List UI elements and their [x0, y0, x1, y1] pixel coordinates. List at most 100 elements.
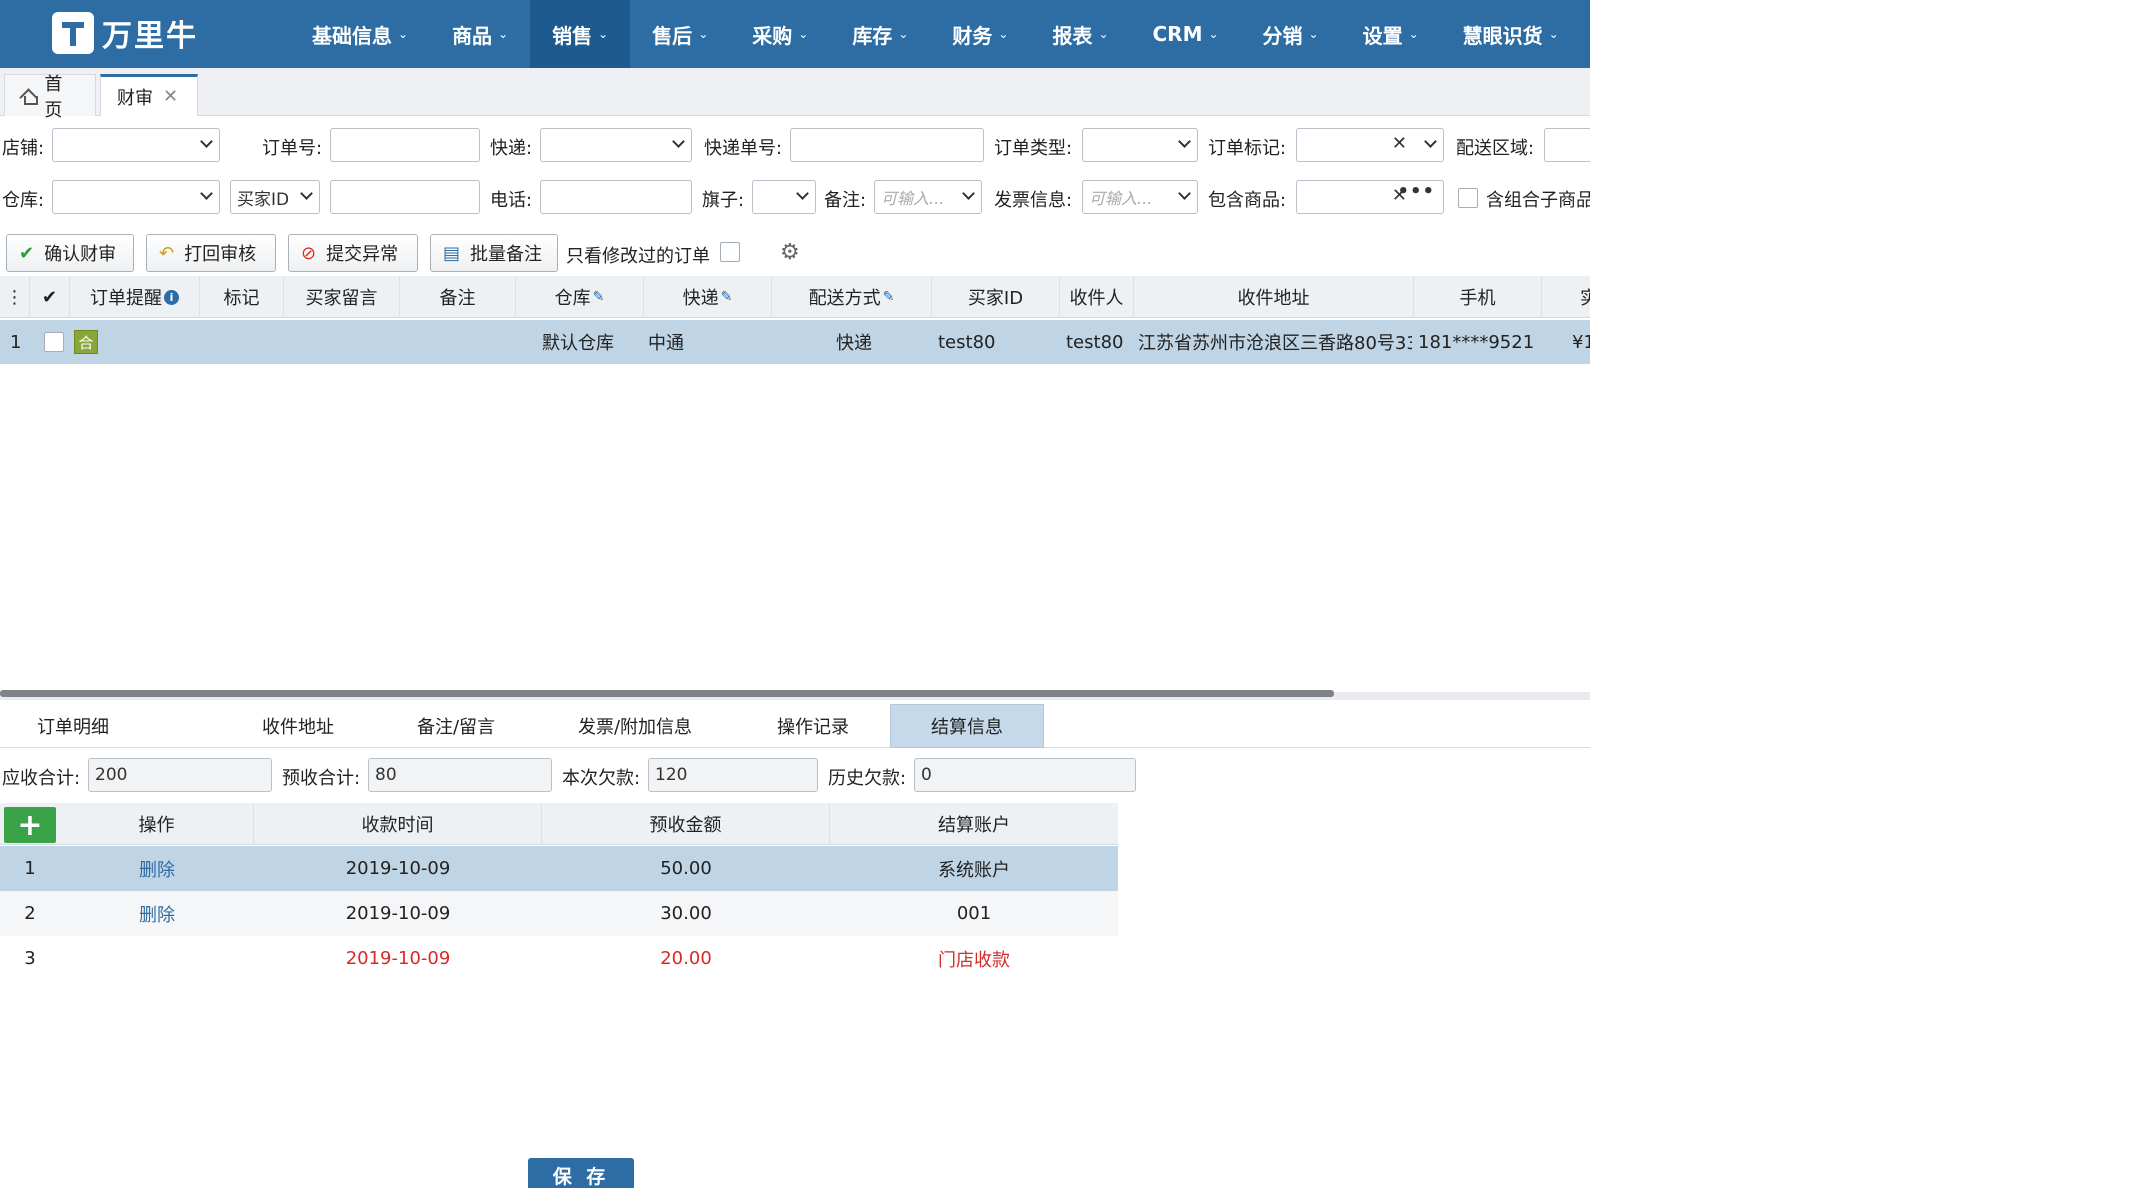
- delete-link[interactable]: 删除: [60, 846, 254, 891]
- buyer-id-type-value: 买家ID: [237, 189, 290, 210]
- column-menu-icon[interactable]: ⋮: [0, 276, 30, 318]
- order-flag-select[interactable]: ✕: [1296, 128, 1444, 162]
- only-modified-checkbox[interactable]: [720, 242, 740, 262]
- chevron-down-icon: [796, 187, 809, 200]
- chevron-down-icon: ⌄: [498, 27, 509, 41]
- row-checkbox[interactable]: [44, 332, 64, 352]
- select-all-checkbox[interactable]: ✔: [30, 276, 70, 318]
- tab-finance-review[interactable]: 财审 ✕: [100, 74, 198, 116]
- flag-select[interactable]: [752, 180, 816, 214]
- chevron-down-icon: [1178, 187, 1191, 200]
- nav-label: 采购: [752, 23, 793, 48]
- gear-icon[interactable]: ⚙: [780, 240, 800, 265]
- batch-remark-button[interactable]: ▤ 批量备注: [430, 234, 558, 272]
- col-remark[interactable]: 备注: [400, 276, 516, 318]
- col-mobile[interactable]: 手机: [1414, 276, 1542, 318]
- col-buyer-message[interactable]: 买家留言: [284, 276, 400, 318]
- express-select[interactable]: [540, 128, 692, 162]
- invoice-select[interactable]: 可输入...: [1082, 180, 1198, 214]
- nav-item-basic[interactable]: 基础信息 ⌄: [290, 0, 430, 68]
- tab-settlement[interactable]: 结算信息: [890, 704, 1044, 748]
- tracking-no-input[interactable]: [790, 128, 984, 162]
- delete-link[interactable]: 删除: [60, 891, 254, 936]
- add-payment-button[interactable]: +: [4, 807, 56, 843]
- nav-item-distribution[interactable]: 分销 ⌄: [1241, 0, 1341, 68]
- pencil-icon[interactable]: ✎: [883, 289, 895, 305]
- tab-invoice[interactable]: 发票/附加信息: [560, 704, 710, 748]
- delivery-area-select[interactable]: [1544, 128, 1590, 162]
- tab-operation-log[interactable]: 操作记录: [746, 704, 880, 748]
- tab-receiver-address[interactable]: 收件地址: [230, 704, 366, 748]
- cell-payment-time: 2019-10-09: [345, 948, 451, 969]
- phone-input[interactable]: [540, 180, 692, 214]
- col-amount[interactable]: 实: [1542, 276, 1590, 318]
- table-row[interactable]: 1 删除 2019-10-09 50.00 系统账户: [0, 846, 1118, 891]
- chevron-down-icon: ⌄: [1208, 27, 1219, 41]
- horizontal-scrollbar-thumb[interactable]: [0, 690, 1334, 697]
- close-icon[interactable]: ✕: [163, 86, 178, 107]
- tab-remarks[interactable]: 备注/留言: [388, 704, 524, 748]
- col-warehouse[interactable]: 仓库 ✎: [516, 276, 644, 318]
- cell-settlement-account: 001: [956, 903, 992, 924]
- header-label: 备注: [439, 288, 476, 309]
- more-icon[interactable]: •••: [1397, 181, 1435, 202]
- nav-label: 销售: [552, 23, 593, 48]
- col-express[interactable]: 快递 ✎: [644, 276, 772, 318]
- nav-item-reports[interactable]: 报表 ⌄: [1030, 0, 1130, 68]
- order-type-select[interactable]: [1082, 128, 1198, 162]
- col-address[interactable]: 收件地址: [1134, 276, 1414, 318]
- combined-order-badge: 合: [74, 330, 98, 354]
- col-buyer-id[interactable]: 买家ID: [932, 276, 1060, 318]
- header-label: 手机: [1459, 288, 1496, 309]
- pencil-icon[interactable]: ✎: [593, 289, 605, 305]
- include-combo-checkbox[interactable]: [1458, 188, 1478, 208]
- chevron-down-icon: ⌄: [1548, 27, 1559, 41]
- nav-item-settings[interactable]: 设置 ⌄: [1341, 0, 1441, 68]
- tab-order-detail[interactable]: 订单明细: [0, 704, 146, 748]
- order-no-input[interactable]: [330, 128, 480, 162]
- invoice-placeholder: 可输入...: [1089, 189, 1153, 208]
- tab-label: 财审: [117, 87, 153, 109]
- clear-icon[interactable]: ✕: [1392, 133, 1407, 154]
- nav-item-finance[interactable]: 财务 ⌄: [930, 0, 1030, 68]
- col-mark[interactable]: 标记: [200, 276, 284, 318]
- prepaid-field: 80: [368, 758, 552, 792]
- pencil-icon[interactable]: ✎: [721, 289, 733, 305]
- warehouse-select[interactable]: [52, 180, 220, 214]
- col-receiver[interactable]: 收件人: [1060, 276, 1134, 318]
- phone-label: 电话:: [490, 190, 533, 211]
- nav-item-goods[interactable]: 商品 ⌄: [430, 0, 530, 68]
- col-order-reminder[interactable]: 订单提醒 i: [70, 276, 200, 318]
- tab-home[interactable]: 首页: [4, 74, 96, 121]
- contains-goods-input[interactable]: ✕ •••: [1296, 180, 1444, 214]
- header-label: 买家留言: [305, 288, 378, 309]
- buyer-id-input[interactable]: [330, 180, 480, 214]
- reject-button[interactable]: ↶ 打回审核: [146, 234, 276, 272]
- nav-item-aftersale[interactable]: 售后 ⌄: [630, 0, 730, 68]
- col-payment-time: 收款时间: [254, 803, 542, 845]
- nav-item-inventory[interactable]: 库存 ⌄: [830, 0, 930, 68]
- col-delivery-method[interactable]: 配送方式 ✎: [772, 276, 932, 318]
- cell-prepaid-amount: 50.00: [660, 858, 712, 879]
- table-row[interactable]: 1 合 默认仓库 中通 快递 test80 test80 江苏省苏州市沧浪区三香…: [0, 320, 1590, 364]
- remark-select[interactable]: 可输入...: [874, 180, 982, 214]
- remark-label: 备注:: [824, 190, 867, 211]
- table-row[interactable]: 2 删除 2019-10-09 30.00 001: [0, 891, 1118, 936]
- nav-item-purchase[interactable]: 采购 ⌄: [730, 0, 830, 68]
- cell-operation: [60, 936, 254, 981]
- logo[interactable]: 万里牛: [52, 8, 198, 58]
- row-index: 3: [24, 948, 36, 969]
- table-row[interactable]: 3 2019-10-09 20.00 门店收款: [0, 936, 1118, 981]
- warehouse-label: 仓库:: [2, 190, 45, 211]
- tab-label: 收件地址: [262, 717, 334, 738]
- nav-item-huiyan[interactable]: 慧眼识货 ⌄: [1441, 0, 1581, 68]
- nav-item-crm[interactable]: CRM ⌄: [1131, 0, 1241, 68]
- save-button[interactable]: 保 存: [528, 1158, 634, 1188]
- nav-label: 设置: [1362, 23, 1403, 48]
- buyer-id-type-select[interactable]: 买家ID: [230, 180, 320, 214]
- confirm-review-button[interactable]: ✔ 确认财审: [6, 234, 134, 272]
- shop-select[interactable]: [52, 128, 220, 162]
- nav-item-sales[interactable]: 销售 ⌄: [530, 0, 631, 68]
- submit-exception-button[interactable]: ⊘ 提交异常: [288, 234, 418, 272]
- cell-mobile: 181****9521: [1418, 331, 1535, 353]
